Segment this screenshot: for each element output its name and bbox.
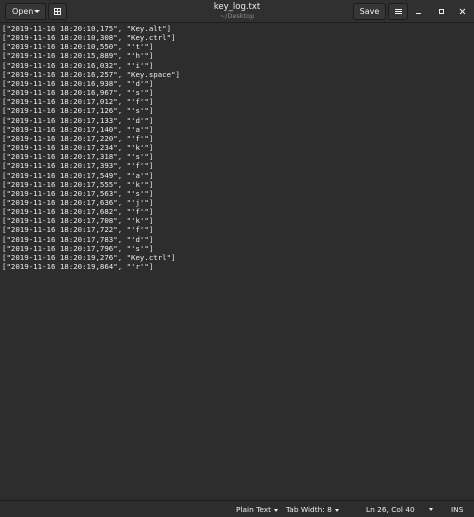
open-button[interactable]: Open — [5, 3, 46, 20]
minimize-icon — [415, 12, 421, 14]
text-line: ["2019-11-16 18:20:17,318", "'s'"] — [2, 152, 154, 162]
text-line: ["2019-11-16 18:20:17,140", "'a'"] — [2, 124, 154, 134]
text-line: ["2019-11-16 18:20:17,555", "'k'"] — [2, 179, 154, 189]
text-line: ["2019-11-16 18:20:16,257", "Key.space"] — [2, 69, 180, 79]
hamburger-menu-icon — [394, 9, 402, 14]
text-editor-area[interactable]: ["2019-11-16 18:20:10,175", "Key.alt"] ["… — [0, 23, 474, 500]
text-line: ["2019-11-16 18:20:17,393", "'f'"] — [2, 161, 154, 171]
text-line: ["2019-11-16 18:20:17,220", "'f'"] — [2, 133, 154, 143]
text-line: ["2019-11-16 18:20:17,796", "'s'"] — [2, 243, 154, 253]
text-line: ["2019-11-16 18:20:17,783", "'d'"] — [2, 234, 154, 244]
gedit-window: Open key_log.txt ~/Desktop Save ["2019-1… — [0, 0, 474, 517]
text-line: ["2019-11-16 18:20:17,234", "'k'"] — [2, 143, 154, 153]
maximize-button[interactable] — [435, 5, 447, 17]
text-line: ["2019-11-16 18:20:17,682", "'f'"] — [2, 207, 154, 217]
status-bar: Plain Text Tab Width: 8 Ln 26, Col 40 IN… — [0, 500, 474, 517]
save-button[interactable]: Save — [353, 3, 386, 20]
text-line: ["2019-11-16 18:20:17,563", "'s'"] — [2, 188, 154, 198]
maximize-icon — [438, 8, 444, 14]
chevron-down-icon — [274, 508, 279, 512]
new-document-icon — [54, 8, 61, 15]
text-line: ["2019-11-16 18:20:16,032", "'i'"] — [2, 60, 154, 70]
document-lines: ["2019-11-16 18:20:10,175", "Key.alt"] ["… — [2, 24, 180, 271]
close-icon — [459, 8, 466, 15]
text-line: ["2019-11-16 18:20:17,126", "'s'"] — [2, 106, 154, 116]
chevron-down-icon — [34, 10, 40, 13]
text-line: ["2019-11-16 18:20:17,708", "'k'"] — [2, 216, 154, 226]
text-line: ["2019-11-16 18:20:16,938", "'d'"] — [2, 78, 154, 88]
open-button-label: Open — [12, 7, 34, 16]
window-subtitle: ~/Desktop — [219, 12, 255, 20]
text-line: ["2019-11-16 18:20:17,549", "'a'"] — [2, 170, 154, 180]
language-selector[interactable]: Plain Text — [236, 505, 279, 514]
text-line: ["2019-11-16 18:20:16,967", "'s'"] — [2, 88, 154, 98]
text-line: ["2019-11-16 18:20:17,636", "'j'"] — [2, 197, 154, 207]
save-button-label: Save — [359, 7, 380, 16]
tab-width-selector[interactable]: Tab Width: 8 — [286, 505, 339, 514]
close-button[interactable] — [456, 5, 468, 17]
window-title-area: key_log.txt ~/Desktop — [150, 2, 324, 20]
menu-button[interactable] — [388, 3, 408, 20]
language-label: Plain Text — [236, 505, 272, 514]
insert-mode-indicator: INS — [451, 505, 464, 514]
text-line: ["2019-11-16 18:20:17,133", "'d'"] — [2, 115, 154, 125]
cursor-position-label: Ln 26, Col 40 — [366, 505, 415, 514]
cursor-position[interactable]: Ln 26, Col 40 — [366, 505, 415, 514]
chevron-down-icon — [334, 508, 339, 512]
text-line: ["2019-11-16 18:20:19,276", "Key.ctrl"] — [2, 252, 176, 262]
new-tab-button[interactable] — [48, 3, 67, 20]
text-line: ["2019-11-16 18:20:10,550", "'t'"] — [2, 42, 154, 52]
text-line: ["2019-11-16 18:20:10,308", "Key.ctrl"] — [2, 33, 176, 43]
text-line: ["2019-11-16 18:20:15,889", "'h'"] — [2, 51, 154, 61]
minimize-button[interactable] — [412, 5, 424, 17]
text-line: ["2019-11-16 18:20:17,012", "'f'"] — [2, 97, 154, 107]
text-line: ["2019-11-16 18:20:10,175", "Key.alt"] — [2, 24, 172, 33]
window-title: key_log.txt — [213, 2, 261, 12]
header-bar: Open key_log.txt ~/Desktop Save — [0, 0, 474, 23]
text-line: ["2019-11-16 18:20:19,864", "'r'"] — [2, 262, 154, 272]
chevron-down-icon[interactable] — [429, 508, 433, 511]
tab-width-label: Tab Width: 8 — [286, 505, 332, 514]
text-line: ["2019-11-16 18:20:17,722", "'f'"] — [2, 225, 154, 235]
